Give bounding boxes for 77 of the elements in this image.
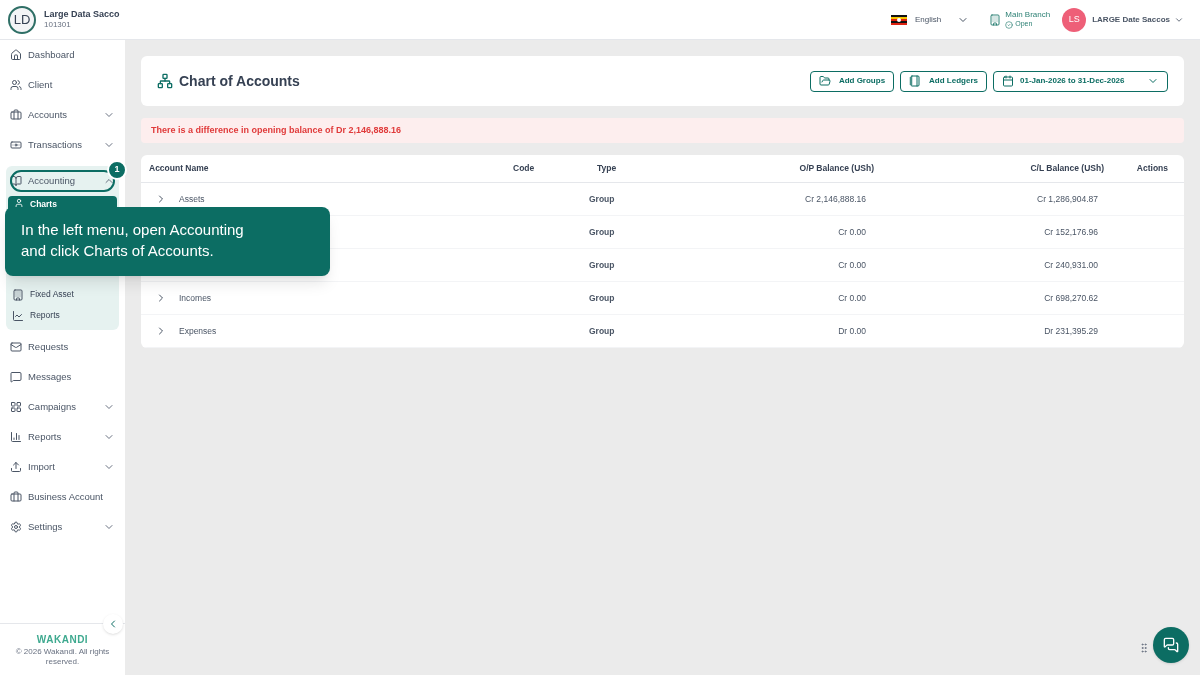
chat-icon — [1163, 637, 1179, 653]
grid-icon — [10, 401, 22, 413]
nav-item[interactable]: Transactions — [6, 130, 119, 160]
nav-item[interactable]: Campaigns — [6, 392, 119, 422]
table-cell-text: Group — [589, 192, 616, 206]
submenu-item[interactable]: Reports — [6, 305, 119, 326]
table-cell-text: Dr 231,395.29 — [1043, 324, 1099, 338]
flag-icon — [891, 14, 907, 25]
collapse-sidebar-button[interactable] — [103, 614, 123, 634]
page-title: Chart of Accounts — [179, 71, 300, 91]
table-cell: Assets — [179, 192, 205, 206]
table-cell-text: Cr 152,176.96 — [1043, 225, 1099, 239]
nav-item[interactable]: Messages — [6, 362, 119, 392]
table-cell-text: Group — [589, 225, 616, 239]
briefcase-icon — [10, 491, 22, 503]
building-icon — [989, 13, 1002, 26]
date-range-picker[interactable]: 01-Jan-2026 to 31-Dec-2026 — [993, 70, 1168, 92]
table-cell-text: Group — [589, 324, 616, 338]
home-icon — [10, 49, 22, 61]
nav-item[interactable]: Accounts — [6, 100, 119, 130]
table-cell-text: Cr 240,931.00 — [1043, 258, 1099, 272]
org-avatar: LD — [8, 5, 36, 34]
building-icon — [12, 288, 24, 301]
book-icon — [10, 175, 22, 187]
table-cell-text: Cr 1,286,904.87 — [1036, 192, 1099, 206]
user-menu[interactable]: LARGE Date Saccos — [1092, 13, 1184, 26]
column-header: Code — [513, 162, 536, 175]
column-header: Account Name — [149, 162, 210, 175]
notebook-icon — [909, 75, 922, 87]
column-header: O/P Balance (USh) — [798, 162, 874, 175]
org-code: 101301 — [44, 20, 72, 31]
settings-icon — [10, 521, 22, 533]
check-circle-icon — [1005, 20, 1014, 29]
nav-item[interactable]: Dashboard — [6, 40, 119, 70]
table-cell-text: Cr 0.00 — [837, 291, 867, 305]
banknote-icon — [10, 139, 22, 151]
chat-button[interactable] — [1153, 627, 1189, 663]
table-cell: Expenses — [179, 324, 217, 338]
org-name: Large Data Sacco — [44, 8, 120, 21]
table-cell-text: Dr 0.00 — [837, 324, 867, 338]
table-cell: Incomes — [179, 291, 212, 305]
table-cell-text: Cr 698,270.62 — [1043, 291, 1099, 305]
nav-item[interactable]: Reports — [6, 422, 119, 452]
table-cell-text: Cr 2,146,888.16 — [804, 192, 867, 206]
submenu-item[interactable]: Fixed Asset — [6, 284, 119, 305]
mail-icon — [10, 341, 22, 353]
users-icon — [10, 79, 22, 91]
hierarchy-icon — [157, 73, 173, 89]
branch-name: Main Branch — [1005, 10, 1051, 21]
grip-icon[interactable] — [1138, 640, 1150, 656]
column-header: C/L Balance (USh) — [1029, 162, 1104, 175]
toolbar-button[interactable]: Add Ledgers — [900, 70, 987, 92]
callout-tooltip: In the left menu, open Accounting and click Charts of Accounts. — [5, 207, 330, 276]
user-icon — [14, 198, 24, 208]
column-header: Type — [597, 162, 618, 175]
nav-item[interactable]: Settings — [6, 512, 119, 542]
line-chart-icon — [12, 309, 24, 322]
column-header: Actions — [1135, 162, 1169, 175]
nav-item[interactable]: Requests — [6, 332, 119, 362]
table-cell-text: Group — [589, 291, 616, 305]
upload-icon — [10, 461, 22, 473]
nav-item[interactable]: Import — [6, 452, 119, 482]
bar-chart-icon — [10, 431, 22, 443]
copyright-text: © 2026 Wakandi. All rights reserved. — [14, 647, 111, 667]
alert-banner: There is a difference in opening balance of Dr 2,146,888.16 — [141, 118, 1184, 143]
brand-logo: WAKANDI — [36, 633, 89, 647]
language-select[interactable]: English — [915, 13, 970, 26]
nav-item[interactable]: Client — [6, 70, 119, 100]
briefcase-icon — [10, 109, 22, 121]
table-cell-text: Group — [589, 258, 616, 272]
table-cell-text: Cr 0.00 — [837, 225, 867, 239]
folder-icon — [818, 75, 831, 87]
table-cell-text: Cr 0.00 — [837, 258, 867, 272]
nav-item[interactable]: Business Account — [6, 482, 119, 512]
toolbar-button[interactable]: Add Groups — [809, 70, 895, 92]
chat-icon — [10, 371, 22, 383]
calendar-icon — [1002, 75, 1014, 87]
